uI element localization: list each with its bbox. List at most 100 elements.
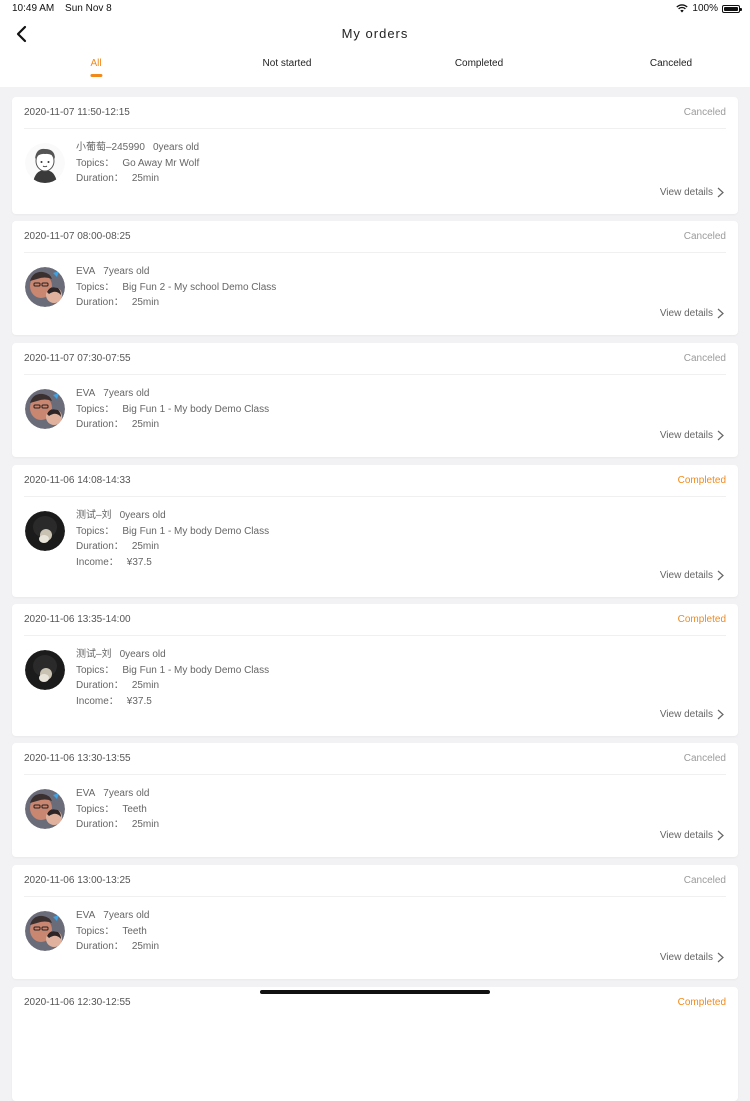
view-details-label: View details <box>659 187 713 198</box>
student-age: 7years old <box>103 388 150 399</box>
order-card[interactable]: 2020-11-06 13:30-13:55 Canceled EVA 7years … <box>12 743 738 857</box>
income-value: ¥37.5 <box>126 556 152 568</box>
order-header: 2020-11-06 14:08-14:33 Completed <box>24 475 726 489</box>
duration-label: Duration： <box>76 680 124 691</box>
order-time-range: 2020-11-07 08:00-08:25 <box>24 231 131 242</box>
order-header: 2020-11-06 13:30-13:55 Canceled <box>24 753 726 767</box>
student-name: EVA <box>76 788 96 799</box>
status-bar: 10:49 AM Sun Nov 8 100% <box>0 0 750 18</box>
order-header: 2020-11-06 13:35-14:00 Completed <box>24 614 726 628</box>
divider <box>24 635 726 636</box>
order-card[interactable]: 2020-11-07 08:00-08:25 Canceled EVA 7years … <box>12 221 738 335</box>
duration-value: 25min <box>131 819 160 830</box>
order-info: 测试–刘 0years old Topics： Big Fun 1 - My body… <box>76 647 269 709</box>
order-info: EVA 7years old Topics： Teeth Duration： 25min <box>76 908 159 955</box>
duration-label: Duration： <box>76 941 124 952</box>
order-time-range: 2020-11-06 12:30-12:55 <box>24 997 131 1008</box>
duration-value: 25min <box>131 941 160 952</box>
order-status-badge: Completed <box>677 475 726 486</box>
topic-value: Big Fun 1 - My body Demo Class <box>122 525 270 537</box>
student-name: EVA <box>76 266 96 277</box>
active-tab-indicator <box>90 74 102 77</box>
student-avatar <box>25 511 65 551</box>
duration-label: Duration： <box>76 419 124 430</box>
duration-value: 25min <box>131 541 160 552</box>
wifi-icon <box>676 4 689 13</box>
student-age: 0years old <box>152 142 200 153</box>
order-header: 2020-11-06 13:00-13:25 Canceled <box>24 875 726 889</box>
order-card[interactable]: 2020-11-06 13:00-13:25 Canceled EVA 7years … <box>12 865 738 979</box>
topic-value: Teeth <box>122 925 147 937</box>
order-time-range: 2020-11-07 11:50-12:15 <box>24 107 130 118</box>
student-name: 测试–刘 <box>76 649 112 660</box>
order-card[interactable]: 2020-11-07 11:50-12:15 Canceled 小葡萄–245990… <box>12 97 738 214</box>
topics-label: Topics： <box>76 925 115 937</box>
order-status-badge: Completed <box>677 614 726 625</box>
student-avatar <box>25 789 65 829</box>
order-card[interactable]: 2020-11-06 14:08-14:33 Completed 测试–刘 0year… <box>12 465 738 597</box>
view-details-link[interactable]: View details <box>660 570 724 581</box>
topics-label: Topics： <box>76 803 115 815</box>
topics-label: Topics： <box>76 281 115 293</box>
duration-label: Duration： <box>76 819 124 830</box>
order-card[interactable]: 2020-11-06 13:35-14:00 Completed 测试–刘 0year… <box>12 604 738 736</box>
tab-label: All <box>90 58 102 69</box>
order-status-badge: Canceled <box>683 875 726 886</box>
order-header: 2020-11-07 08:00-08:25 Canceled <box>24 231 726 245</box>
view-details-label: View details <box>659 430 713 441</box>
student-avatar <box>25 389 65 429</box>
divider <box>24 896 726 897</box>
chevron-right-icon <box>717 308 724 319</box>
chevron-right-icon <box>717 187 724 198</box>
chevron-right-icon <box>717 952 724 963</box>
student-age: 0years old <box>119 649 166 660</box>
income-label: Income： <box>76 695 119 707</box>
topics-label: Topics： <box>76 525 115 537</box>
duration-value: 25min <box>131 680 160 691</box>
order-status-badge: Canceled <box>683 107 726 118</box>
duration-value: 25min <box>131 173 160 184</box>
view-details-link[interactable]: View details <box>660 308 724 319</box>
topics-label: Topics： <box>76 157 115 169</box>
status-time: 10:49 AM <box>12 3 55 14</box>
order-info: EVA 7years old Topics： Big Fun 2 - My schoo… <box>76 264 276 311</box>
tab-all[interactable]: All <box>90 58 102 77</box>
view-details-link[interactable]: View details <box>660 709 724 720</box>
topic-value: Big Fun 1 - My body Demo Class <box>122 403 270 415</box>
divider <box>24 496 726 497</box>
duration-label: Duration： <box>76 173 124 184</box>
duration-value: 25min <box>131 419 160 430</box>
order-time-range: 2020-11-06 14:08-14:33 <box>24 475 131 486</box>
order-info: 小葡萄–245990 0years old Topics： Go Away Mr Wo… <box>76 140 199 187</box>
topics-label: Topics： <box>76 403 115 415</box>
order-header: 2020-11-06 12:30-12:55 Completed <box>24 997 726 1011</box>
view-details-label: View details <box>659 709 713 720</box>
tab-not-started[interactable]: Not started <box>263 58 312 69</box>
view-details-link[interactable]: View details <box>660 430 724 441</box>
order-time-range: 2020-11-06 13:35-14:00 <box>24 614 131 625</box>
student-name: EVA <box>76 910 96 921</box>
income-label: Income： <box>76 556 119 568</box>
order-status-badge: Completed <box>677 997 726 1008</box>
topic-value: Big Fun 1 - My body Demo Class <box>122 664 270 676</box>
order-status-badge: Canceled <box>683 231 726 242</box>
topic-value: Big Fun 2 - My school Demo Class <box>122 281 277 293</box>
tab-canceled[interactable]: Canceled <box>650 58 692 69</box>
chevron-right-icon <box>717 570 724 581</box>
duration-label: Duration： <box>76 297 124 308</box>
topics-label: Topics： <box>76 664 115 676</box>
view-details-link[interactable]: View details <box>660 952 724 963</box>
order-status-tabs: All Not started Completed Canceled <box>0 50 750 87</box>
navigation-bar: My orders <box>0 18 750 50</box>
view-details-label: View details <box>659 570 713 581</box>
tab-label: Not started <box>262 58 312 69</box>
order-status-badge: Canceled <box>683 753 726 764</box>
view-details-link[interactable]: View details <box>660 187 724 198</box>
tab-completed[interactable]: Completed <box>455 58 503 69</box>
order-info: EVA 7years old Topics： Teeth Duration： 25min <box>76 786 159 833</box>
view-details-link[interactable]: View details <box>660 830 724 841</box>
student-age: 0years old <box>119 510 166 521</box>
order-card[interactable]: 2020-11-06 12:30-12:55 Completed <box>12 987 738 1101</box>
order-card[interactable]: 2020-11-07 07:30-07:55 Canceled EVA 7years … <box>12 343 738 457</box>
order-info: 测试–刘 0years old Topics： Big Fun 1 - My body… <box>76 508 269 570</box>
